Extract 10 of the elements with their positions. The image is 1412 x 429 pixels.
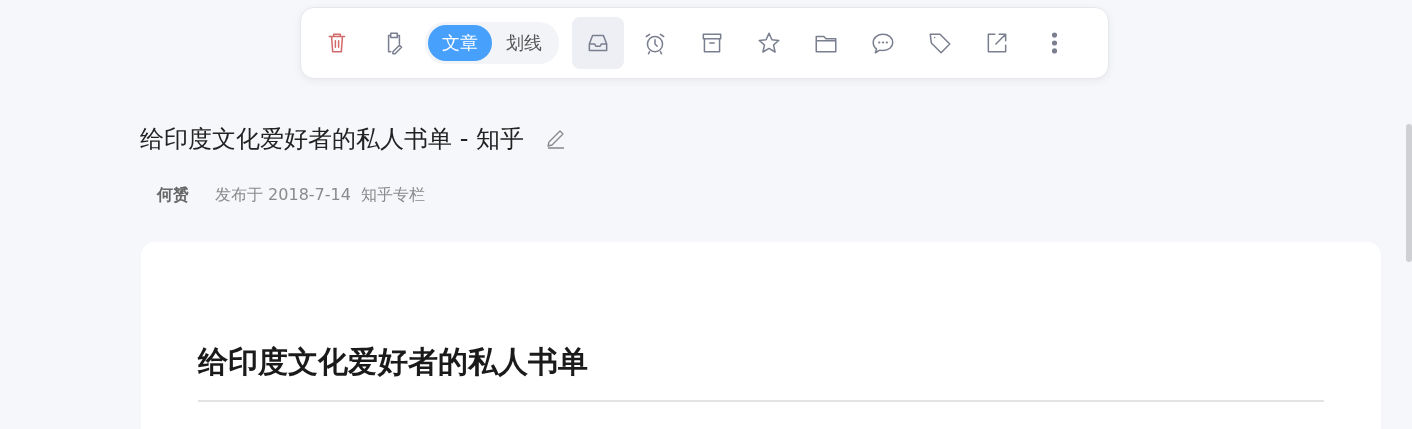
scrollbar-thumb[interactable] — [1406, 124, 1412, 262]
view-tab[interactable]: 划线 — [492, 25, 556, 61]
source-name: 知乎专栏 — [360, 185, 425, 206]
more-icon — [1051, 32, 1057, 54]
article-heading: 给印度文化爱好者的私人书单 — [198, 342, 1324, 402]
author-name: 何赟 — [157, 185, 189, 206]
toolbar-button[interactable] — [572, 17, 624, 69]
page-title: 给印度文化爱好者的私人书单 - 知乎 — [140, 124, 524, 155]
star-icon — [756, 30, 782, 56]
publish-date: 发布于 2018-7-14 — [215, 185, 351, 206]
